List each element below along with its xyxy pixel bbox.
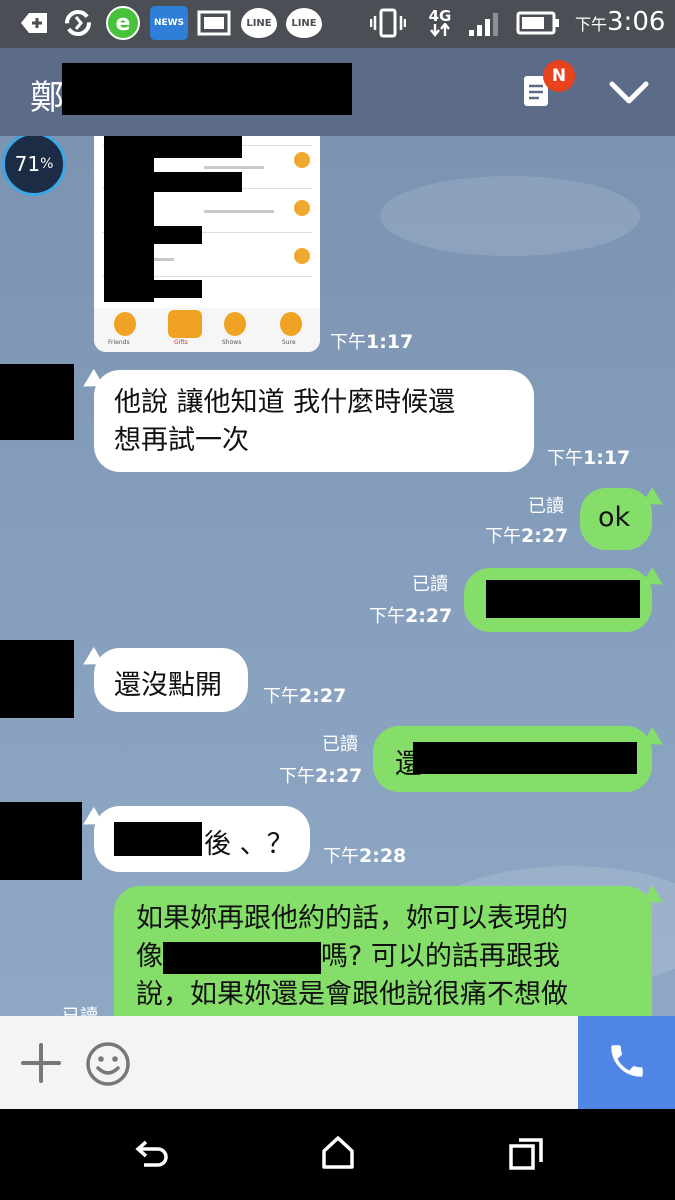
- message-text: 後 、？: [204, 829, 294, 860]
- chat-messages[interactable]: 71% Friends Gifts Shows Sure 下午1:17 他說 讓…: [0, 136, 675, 1016]
- emoji-icon[interactable]: [84, 1040, 132, 1092]
- sent-message[interactable]: ok: [580, 488, 652, 550]
- plus-circle-icon: [16, 8, 50, 38]
- read-receipt: 已讀: [62, 1002, 98, 1016]
- notes-badge: N: [543, 60, 575, 92]
- message-text: 如果妳再跟他約的話，妳可以表現的 像嗎? 可以的話再跟我 說，如果妳還是會跟他說…: [136, 903, 568, 1010]
- signal-4g-icon: 4G: [420, 8, 460, 38]
- add-icon[interactable]: [20, 1042, 62, 1088]
- message-time: 下午2:27: [263, 685, 347, 707]
- phone-icon: [606, 1040, 648, 1086]
- home-icon[interactable]: [318, 1133, 358, 1177]
- redaction-block: [114, 822, 202, 856]
- message-time: 下午2:27: [485, 525, 569, 547]
- message-text: ok: [598, 502, 631, 533]
- cloud-decoration: [380, 176, 640, 256]
- redaction-block: [62, 63, 352, 115]
- read-receipt: 已讀: [322, 734, 358, 755]
- message-time: 下午2:27: [279, 765, 363, 787]
- message-time: 下午2:28: [323, 845, 407, 867]
- redaction-block: [413, 742, 637, 774]
- message-time: 下午2:27: [369, 605, 453, 627]
- message-time: 下午1:17: [330, 331, 414, 353]
- vibrate-icon: [370, 8, 406, 38]
- received-message[interactable]: 後 、？: [94, 806, 310, 872]
- redaction-block: [142, 226, 202, 244]
- avatar[interactable]: [0, 802, 82, 880]
- svg-text:e: e: [116, 11, 131, 36]
- call-button[interactable]: [578, 1016, 675, 1109]
- signal-bars-icon: [466, 8, 506, 38]
- redaction-block: [486, 580, 640, 618]
- redaction-block: [142, 172, 242, 192]
- gallery-icon: [196, 8, 232, 38]
- chevron-down-icon[interactable]: [606, 78, 652, 112]
- navigation-bar: [0, 1109, 675, 1200]
- battery-icon: [516, 8, 560, 38]
- message-time: 下午1:17: [547, 447, 631, 469]
- sent-message[interactable]: [464, 568, 652, 632]
- chat-header: 鄭 N: [0, 48, 675, 136]
- status-time: 下午3:06: [575, 7, 666, 37]
- message-text: 他說 讓他知道 我什麼時候還 想再試一次: [114, 387, 456, 456]
- e-browser-icon: e: [104, 6, 142, 40]
- received-message[interactable]: 還沒點開: [94, 648, 248, 712]
- avatar[interactable]: [0, 364, 74, 440]
- message-text: 還沒點開: [114, 670, 222, 701]
- status-bar: e NEWS LINE LINE 4G 下午3:06: [0, 0, 675, 48]
- received-message[interactable]: 他說 讓他知道 我什麼時候還 想再試一次: [94, 370, 534, 472]
- news-icon: NEWS: [150, 6, 188, 40]
- sticker-row: Friends Gifts Shows Sure: [94, 308, 320, 352]
- input-bar: [0, 1016, 675, 1109]
- redaction-block: [104, 136, 154, 302]
- read-receipt: 已讀: [528, 496, 564, 517]
- sent-message[interactable]: 還: [373, 726, 652, 792]
- avatar[interactable]: [0, 640, 74, 718]
- redaction-block: [142, 136, 242, 158]
- sync-icon: [60, 8, 96, 38]
- contact-name[interactable]: 鄭: [30, 70, 64, 119]
- sent-message[interactable]: 如果妳再跟他約的話，妳可以表現的 像嗎? 可以的話再跟我 說，如果妳還是會跟他說…: [114, 886, 652, 1016]
- progress-badge[interactable]: 71%: [2, 136, 66, 196]
- line-icon: LINE: [241, 8, 277, 38]
- redaction-block: [163, 941, 321, 974]
- redaction-block: [142, 280, 202, 298]
- back-icon[interactable]: [130, 1135, 170, 1179]
- line-icon: LINE: [286, 8, 322, 38]
- image-message[interactable]: Friends Gifts Shows Sure: [94, 136, 320, 352]
- recents-icon[interactable]: [506, 1135, 546, 1179]
- read-receipt: 已讀: [412, 574, 448, 595]
